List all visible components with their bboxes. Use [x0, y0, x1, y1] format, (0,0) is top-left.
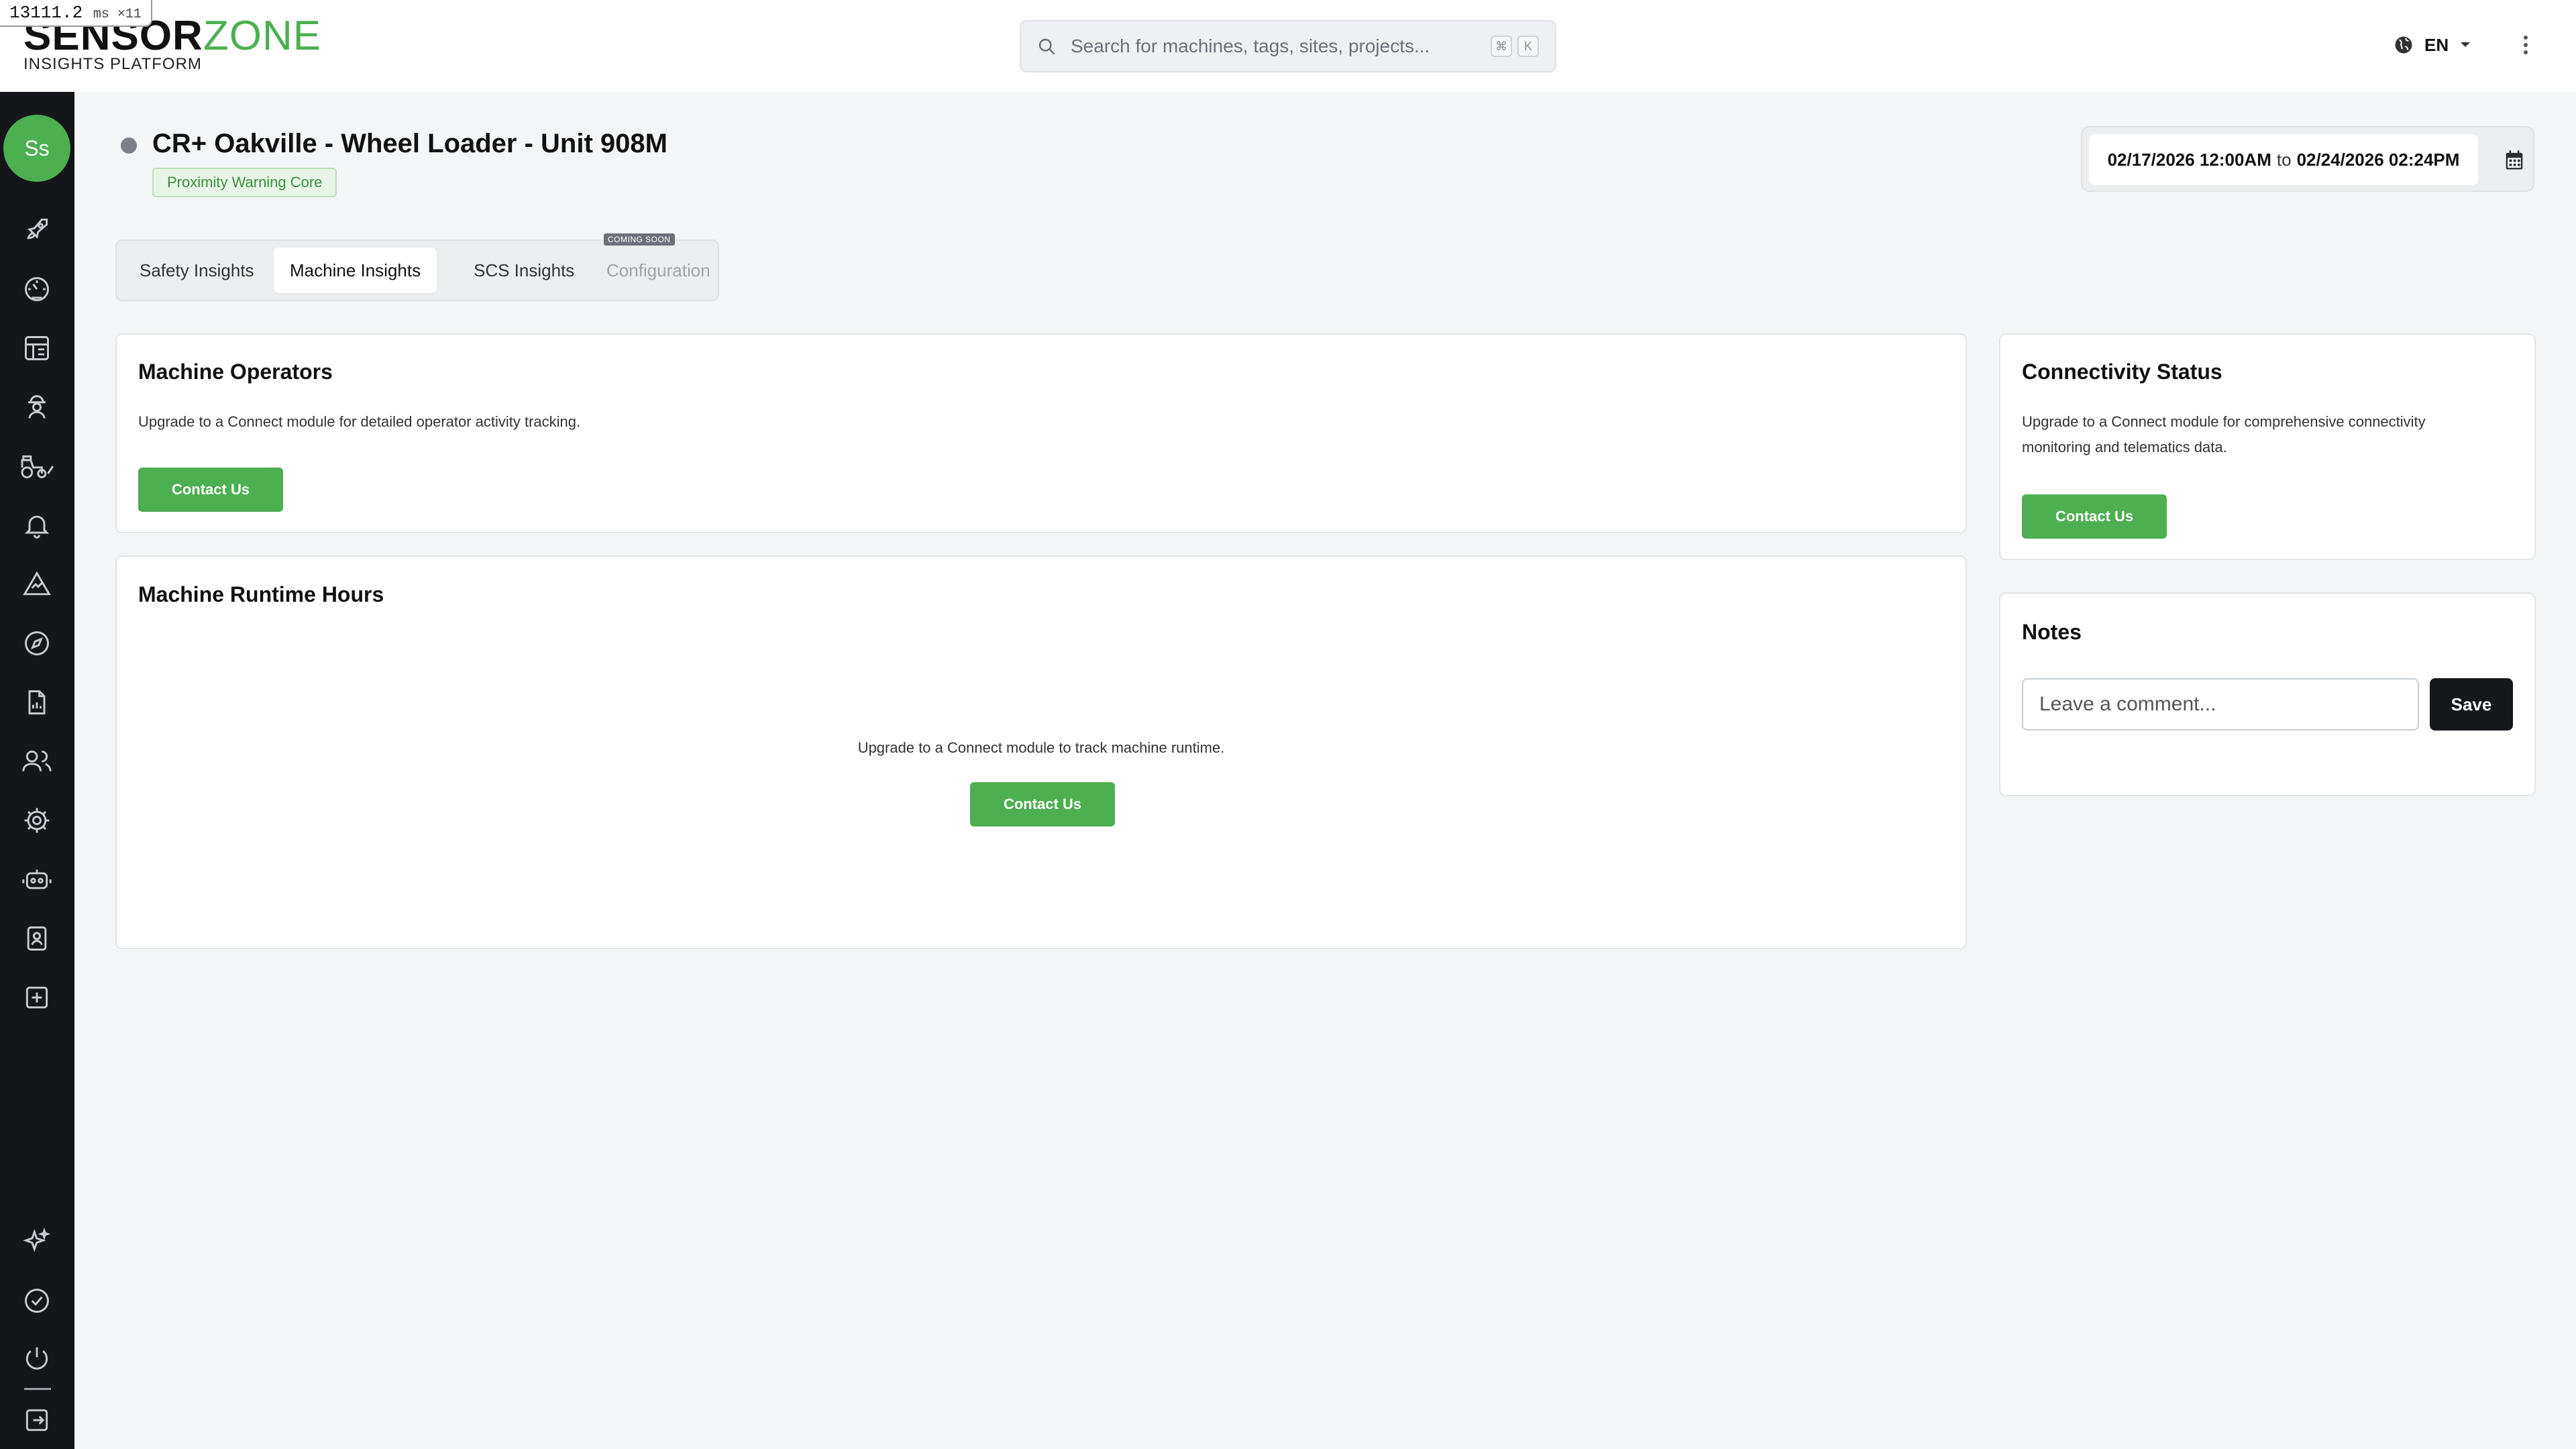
language-selector[interactable]: EN [2394, 30, 2471, 60]
kebab-menu-icon [2524, 36, 2528, 54]
more-options-button[interactable] [2517, 30, 2534, 60]
machine-runtime-card: Machine Runtime Hours Upgrade to a Conne… [115, 555, 1967, 949]
search-icon [1038, 38, 1055, 55]
performance-value: 13111.2 [9, 3, 83, 23]
sidebar-item-worker[interactable] [17, 387, 57, 427]
check-circle-icon [25, 1289, 49, 1313]
globe-icon [2395, 36, 2412, 54]
insights-tabs: Safety Insights Machine Insights SCS Ins… [115, 239, 719, 301]
chevron-down-icon [2461, 42, 2471, 47]
notes-save-button[interactable]: Save [2430, 678, 2513, 731]
robot-icon [22, 869, 52, 890]
performance-unit: ms ×11 [93, 7, 142, 22]
sidebar-item-settings[interactable] [17, 800, 57, 841]
product-badge: Proximity Warning Core [152, 168, 337, 197]
sidebar-item-power[interactable] [17, 1338, 57, 1379]
sidebar-item-dashboard[interactable] [17, 328, 57, 368]
date-range-end: 02/24/2026 02:24PM [2296, 150, 2460, 170]
connectivity-message-line1: Upgrade to a Connect module for comprehe… [2022, 413, 2426, 430]
bell-icon [24, 515, 50, 539]
connectivity-status-title: Connectivity Status [2022, 360, 2222, 384]
calendar-icon [2506, 150, 2523, 170]
sidebar-item-gauge[interactable] [17, 269, 57, 309]
date-range-display[interactable]: 02/17/2026 12:00AM to 02/24/2026 02:24PM [2089, 134, 2478, 185]
notes-title: Notes [2022, 620, 2082, 644]
sidebar-item-rocket[interactable] [17, 209, 57, 250]
power-icon [25, 1347, 48, 1370]
sparkles-icon [23, 1228, 51, 1252]
machine-operators-message: Upgrade to a Connect module for detailed… [138, 413, 581, 430]
avatar[interactable]: Ss [3, 115, 70, 182]
sidebar-item-badges[interactable] [17, 918, 57, 959]
gear-icon [24, 808, 50, 833]
badge-icon [27, 926, 47, 951]
sidebar-item-machines[interactable] [17, 446, 57, 486]
operators-contact-us-button[interactable]: Contact Us [138, 468, 283, 512]
performance-badge: 13111.2 ms ×11 [0, 0, 152, 27]
sidebar-item-reports[interactable] [17, 682, 57, 722]
machine-operators-card: Machine Operators Upgrade to a Connect m… [115, 333, 1967, 533]
tab-machine-insights[interactable]: Machine Insights [274, 248, 437, 293]
sidebar-item-hazards[interactable] [17, 564, 57, 604]
shortcut-key-k: K [1517, 36, 1539, 57]
shortcut-key-cmd: ⌘ [1491, 36, 1512, 57]
rocket-icon [27, 218, 48, 239]
gauge-icon [25, 277, 49, 301]
sidebar-divider [24, 1388, 51, 1390]
sidebar-item-logout[interactable] [17, 1400, 57, 1440]
machine-status-dot [121, 138, 137, 154]
machine-operators-title: Machine Operators [138, 360, 333, 384]
dashboard-icon [25, 336, 49, 360]
date-range-separator: to [2276, 150, 2292, 170]
tab-safety-insights[interactable]: Safety Insights [123, 248, 270, 293]
coming-soon-badge: COMING SOON [604, 233, 675, 246]
connectivity-status-card: Connectivity Status Upgrade to a Connect… [1999, 333, 2536, 560]
connectivity-contact-us-button[interactable]: Contact Us [2022, 494, 2167, 539]
sidebar-item-automation[interactable] [17, 859, 57, 900]
logo-brand-right: ZONE [203, 13, 322, 59]
worker-icon [28, 395, 46, 419]
notes-card: Notes Save [1999, 592, 2536, 796]
search-input[interactable] [1069, 35, 1485, 58]
tab-scs-insights[interactable]: SCS Insights [458, 248, 590, 293]
page-title: CR+ Oakville - Wheel Loader - Unit 908M [152, 129, 667, 158]
date-range-picker[interactable]: 02/17/2026 12:00AM to 02/24/2026 02:24PM [2081, 126, 2534, 192]
sidebar: Ss [0, 92, 74, 1449]
sidebar-item-users[interactable] [17, 741, 57, 782]
date-range-start: 02/17/2026 12:00AM [2107, 150, 2271, 170]
report-icon [28, 690, 46, 714]
notes-comment-input[interactable] [2022, 678, 2419, 731]
calendar-button[interactable] [2500, 144, 2529, 177]
machine-runtime-message: Upgrade to a Connect module to track mac… [857, 739, 1225, 756]
sidebar-item-add[interactable] [17, 977, 57, 1018]
sidebar-item-ai[interactable] [17, 1222, 57, 1262]
compass-icon [25, 631, 49, 655]
add-box-icon [25, 986, 48, 1009]
tab-configuration: Configuration [606, 260, 710, 280]
language-code: EN [2424, 34, 2449, 55]
logout-icon [25, 1409, 48, 1432]
users-icon [22, 750, 52, 771]
machine-runtime-title: Machine Runtime Hours [138, 582, 384, 606]
connectivity-message-line2: monitoring and telematics data. [2022, 439, 2227, 455]
tractor-icon [21, 455, 54, 478]
top-header: SENSORZONE INSIGHTS PLATFORM ⌘ K EN [0, 0, 2576, 92]
runtime-contact-us-button[interactable]: Contact Us [970, 782, 1115, 826]
hazard-icon [23, 571, 51, 596]
sidebar-item-alerts[interactable] [17, 505, 57, 545]
sidebar-item-tasks[interactable] [17, 1281, 57, 1321]
global-search[interactable]: ⌘ K [1020, 20, 1556, 72]
sidebar-item-navigation[interactable] [17, 623, 57, 663]
